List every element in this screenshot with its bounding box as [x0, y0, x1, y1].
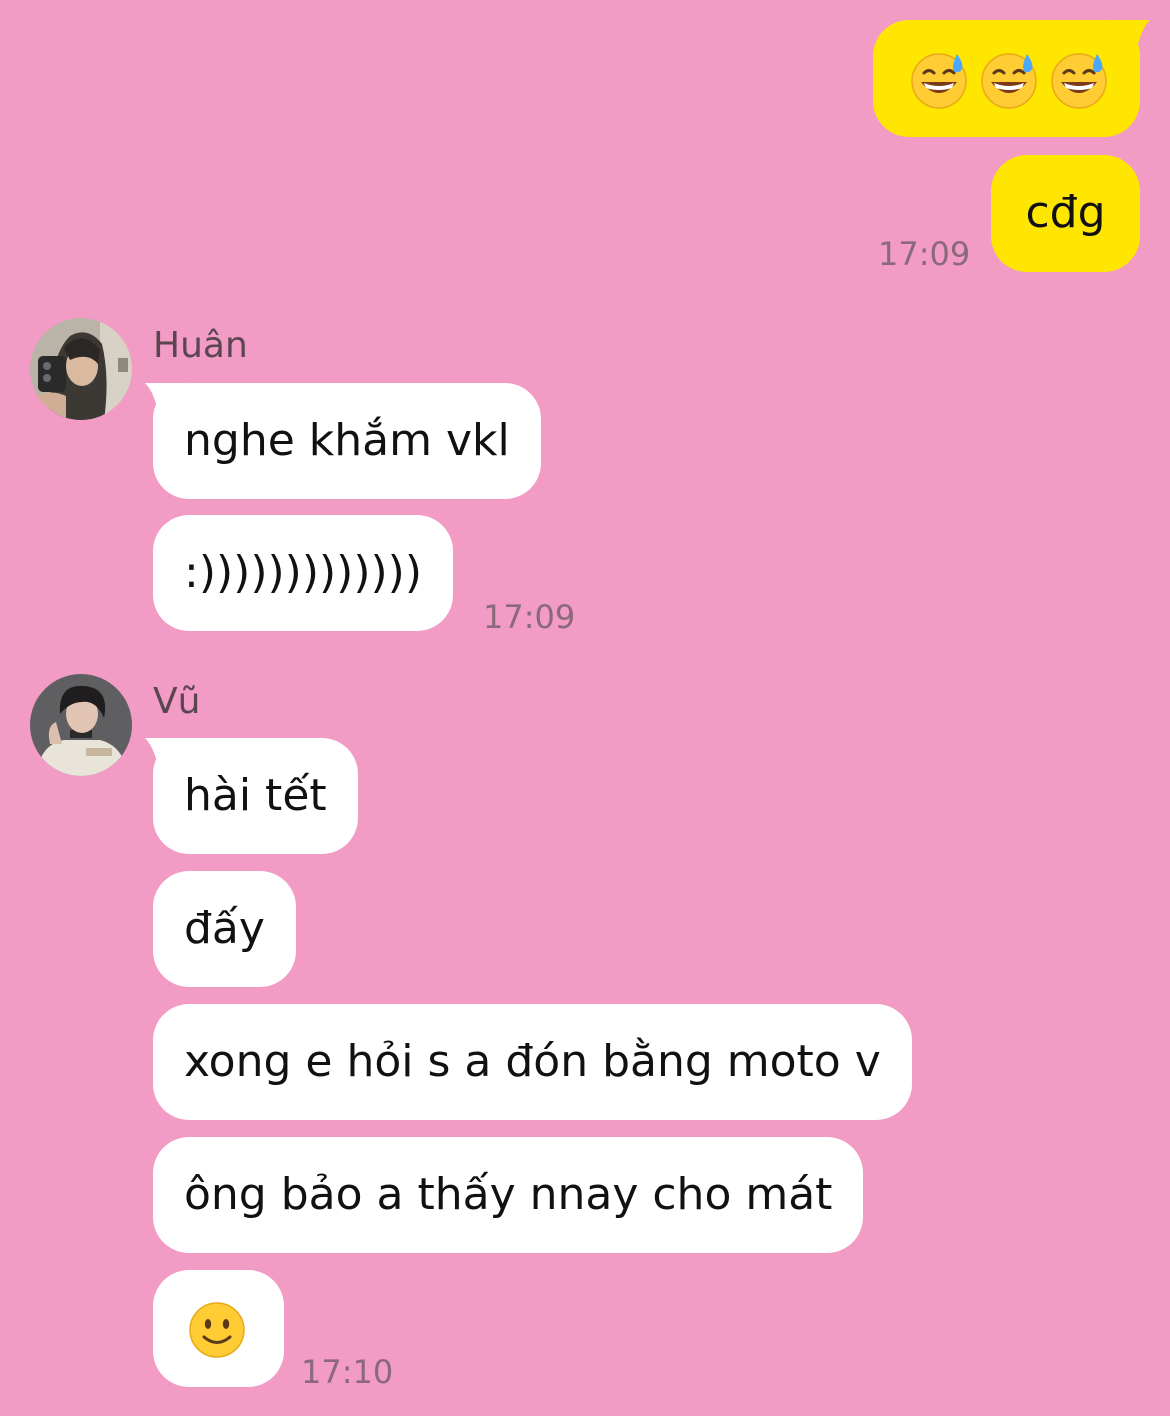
slightly-smiling-face-emoji-icon [188, 1301, 246, 1359]
message-timestamp: 17:09 [483, 598, 576, 636]
grinning-sweat-emoji-icon [980, 52, 1038, 110]
message-text: nghe khắm vkl [184, 415, 510, 466]
avatar-photo-icon [30, 674, 132, 776]
incoming-message-bubble[interactable]: hài tết [153, 738, 358, 854]
incoming-message-bubble[interactable]: nghe khắm vkl [153, 383, 541, 499]
message-text: ông bảo a thấy nnay cho mát [184, 1169, 833, 1220]
avatar-vu[interactable] [30, 674, 132, 776]
outgoing-message-bubble[interactable]: cđg [991, 155, 1140, 272]
outgoing-message-text: cđg [1025, 187, 1106, 238]
message-text: hài tết [184, 770, 327, 821]
incoming-message-bubble[interactable]: đấy [153, 871, 296, 987]
outgoing-timestamp: 17:09 [878, 235, 971, 273]
avatar-huan[interactable] [30, 318, 132, 420]
incoming-message-bubble[interactable]: ông bảo a thấy nnay cho mát [153, 1137, 864, 1253]
message-text: xong e hỏi s a đón bằng moto v [184, 1036, 881, 1087]
message-text: đấy [184, 903, 265, 954]
sender-name: Huân [153, 325, 248, 366]
grinning-sweat-emoji-icon [1050, 52, 1108, 110]
incoming-message-bubble[interactable]: xong e hỏi s a đón bằng moto v [153, 1004, 912, 1120]
grinning-sweat-emoji-icon [910, 52, 968, 110]
incoming-emoji-bubble[interactable] [153, 1270, 284, 1387]
outgoing-emoji-bubble[interactable] [873, 20, 1140, 137]
outgoing-bubble-tail [1110, 20, 1150, 54]
sender-name: Vũ [153, 681, 201, 722]
incoming-message-bubble[interactable]: :))))))))))))) [153, 515, 453, 631]
avatar-photo-icon [30, 318, 132, 420]
message-timestamp: 17:10 [301, 1353, 394, 1391]
message-text: :))))))))))))) [184, 547, 422, 598]
